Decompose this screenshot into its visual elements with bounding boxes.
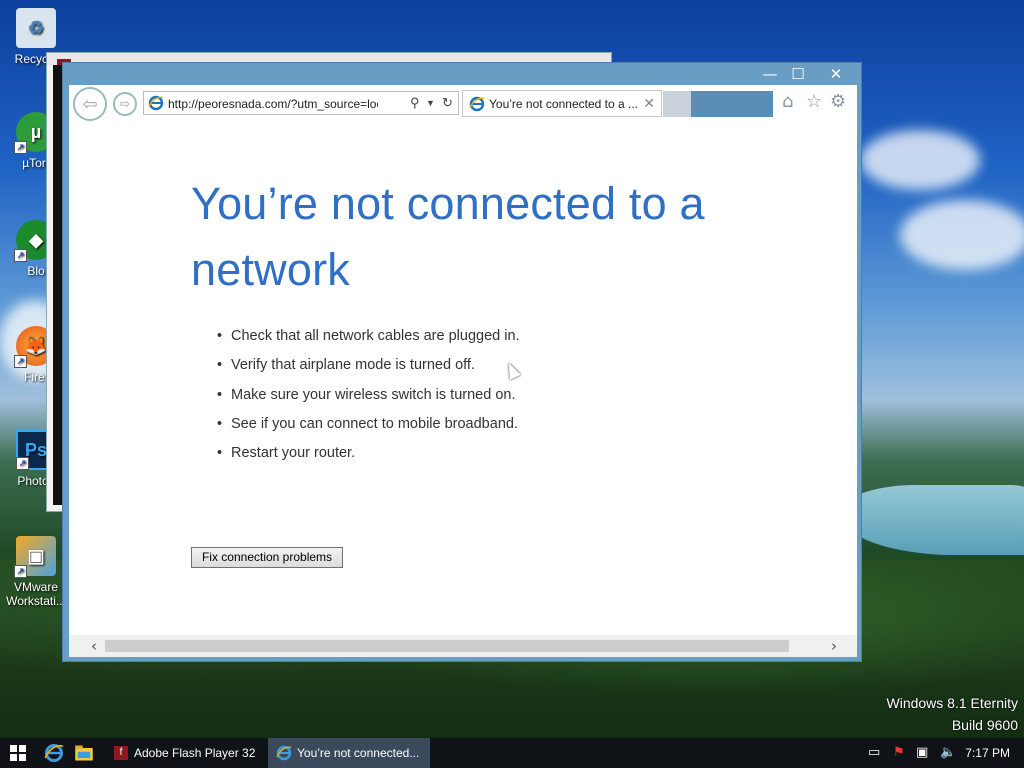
internet-explorer-icon [469, 96, 485, 112]
forward-button[interactable]: ⇨ [113, 92, 137, 116]
search-icon[interactable]: ⚲ [410, 95, 420, 111]
scroll-right-icon[interactable]: › [831, 637, 837, 655]
list-item: Make sure your wireless switch is turned… [217, 387, 520, 416]
tab-title: You’re not connected to a ... [489, 97, 637, 111]
watermark-build: Build 9600 [951, 717, 1018, 733]
maximize-button[interactable]: ☐ [781, 63, 815, 85]
refresh-icon[interactable]: ↻ [442, 95, 453, 111]
taskbar-item-label: Adobe Flash Player 32 [134, 746, 256, 760]
desktop-icon-label: VMware Workstati... [6, 580, 66, 608]
internet-explorer-icon [148, 95, 164, 111]
favorites-star-icon[interactable]: ☆ [806, 91, 822, 112]
internet-explorer-icon [276, 745, 292, 761]
navigation-bar: ⇦ ⇨ http://peoresnada.com/?utm_source=lo… [69, 85, 857, 123]
tab-strip [691, 91, 773, 117]
file-explorer-icon[interactable] [74, 743, 94, 763]
home-icon[interactable]: ⌂ [782, 91, 793, 112]
horizontal-scrollbar[interactable]: ‹ › [69, 635, 857, 657]
list-item: Verify that airplane mode is turned off. [217, 357, 520, 386]
windows-logo-icon [10, 745, 26, 761]
taskbar-item-internet-explorer[interactable]: You’re not connected... [268, 738, 430, 768]
tab-active[interactable]: You’re not connected to a ... ✕ [462, 90, 662, 117]
fix-connection-button[interactable]: Fix connection problems [191, 547, 343, 568]
tab-close-icon[interactable]: ✕ [643, 95, 655, 112]
tips-list: Check that all network cables are plugge… [217, 328, 520, 474]
settings-gear-icon[interactable]: ⚙ [830, 91, 846, 112]
network-disconnected-icon[interactable]: ▣ [916, 745, 928, 760]
wallpaper-cloud [860, 130, 980, 190]
taskbar-item-label: You’re not connected... [297, 746, 420, 760]
wallpaper-lake [840, 485, 1024, 555]
windows-watermark: Windows 8.1 Eternity Build 9600 [887, 692, 1019, 736]
address-bar[interactable]: http://peoresnada.com/?utm_source=localh… [143, 91, 459, 115]
page-title: You’re not connected to a network [191, 178, 705, 295]
forward-arrow-icon: ⇨ [119, 96, 131, 112]
window-titlebar[interactable]: — ☐ ✕ [63, 63, 861, 85]
shortcut-arrow-icon: ↗ [14, 565, 27, 578]
shortcut-arrow-icon: ↗ [14, 355, 27, 368]
flash-player-icon: f [114, 746, 128, 760]
taskbar: f Adobe Flash Player 32 You’re not conne… [0, 738, 1024, 768]
address-url: http://peoresnada.com/?utm_source=localh [168, 97, 378, 111]
vmware-icon: ▣ ↗ [14, 536, 56, 578]
desktop-icon-vmware[interactable]: ▣ ↗ VMware Workstati... [6, 536, 66, 608]
shortcut-arrow-icon: ↗ [16, 457, 29, 470]
back-arrow-icon: ⇦ [82, 93, 98, 115]
start-button[interactable] [0, 738, 36, 768]
close-button[interactable]: ✕ [819, 63, 853, 85]
flag-warning-icon[interactable]: ⚑ [893, 745, 905, 760]
recycle-bin-icon: ♻ [16, 8, 56, 48]
shortcut-arrow-icon: ↗ [14, 249, 27, 262]
page-content: You’re not connected to a network Check … [69, 123, 857, 635]
list-item: Check that all network cables are plugge… [217, 328, 520, 357]
scroll-left-icon[interactable]: ‹ [91, 637, 97, 655]
taskbar-clock[interactable]: 7:17 PM [965, 738, 1010, 768]
back-button[interactable]: ⇦ [73, 87, 107, 121]
internet-explorer-window[interactable]: — ☐ ✕ ⇦ ⇨ http://peoresnada.com/?utm_sou… [62, 62, 862, 662]
shortcut-arrow-icon: ↗ [14, 141, 27, 154]
dropdown-arrow-icon[interactable]: ▼ [426, 98, 435, 108]
browser-client-area: ⇦ ⇨ http://peoresnada.com/?utm_source=lo… [69, 85, 857, 657]
action-center-icon[interactable]: ▭ [868, 745, 880, 760]
wallpaper-cloud [900, 200, 1024, 270]
internet-explorer-icon[interactable] [44, 743, 64, 763]
taskbar-item-flash-player[interactable]: f Adobe Flash Player 32 [106, 738, 266, 768]
scrollbar-thumb[interactable] [105, 640, 789, 652]
watermark-edition: Windows 8.1 Eternity [886, 695, 1019, 711]
new-tab-button[interactable] [663, 91, 691, 117]
volume-muted-icon[interactable]: 🔈 [940, 745, 956, 760]
list-item: See if you can connect to mobile broadba… [217, 416, 520, 445]
list-item: Restart your router. [217, 445, 520, 474]
